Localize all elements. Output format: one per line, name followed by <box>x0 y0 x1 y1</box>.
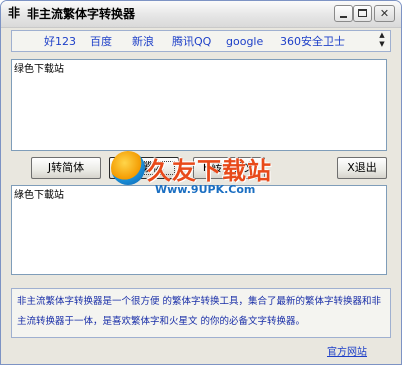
link-bar: 好123 百度 新浪 腾讯QQ google 360安全卫士 ▲ ▼ <box>11 30 391 52</box>
maximize-icon <box>358 9 367 17</box>
maximize-button[interactable] <box>353 5 372 22</box>
input-textarea[interactable]: 绿色下载站 <box>11 59 387 151</box>
link-sina[interactable]: 新浪 <box>132 34 154 49</box>
link-qq[interactable]: 腾讯QQ <box>172 34 211 49</box>
official-site-link[interactable]: 官方网站 <box>327 343 367 358</box>
exit-button[interactable]: X退出 <box>337 157 387 179</box>
link-360[interactable]: 360安全卫士 <box>280 34 345 49</box>
app-icon: 非 <box>8 6 21 20</box>
to-simplified-label: J转简体 <box>47 161 85 174</box>
link-hao123[interactable]: 好123 <box>44 34 76 49</box>
minimize-button[interactable] <box>334 5 353 22</box>
info-panel: 非主流繁体字转换器是一个很方便 的繁体字转换工具，集合了最新的繁体字转换器和非主… <box>11 288 391 338</box>
to-traditional-button[interactable]: F转繁体 <box>109 157 179 179</box>
to-martian-label: H转火星文 <box>202 161 256 174</box>
to-martian-button[interactable]: H转火星文 <box>193 157 265 179</box>
to-simplified-button[interactable]: J转简体 <box>31 157 101 179</box>
close-button[interactable]: ✕ <box>374 5 395 22</box>
link-baidu[interactable]: 百度 <box>90 34 112 49</box>
window-title: 非主流繁体字转换器 <box>27 7 136 21</box>
scroll-up-icon[interactable]: ▲ <box>377 31 387 40</box>
exit-label: X退出 <box>347 161 377 174</box>
link-google[interactable]: google <box>226 34 263 49</box>
title-bar[interactable]: 非 非主流繁体字转换器 ✕ <box>1 1 401 28</box>
scroll-down-icon[interactable]: ▼ <box>377 40 387 49</box>
focus-ring <box>113 161 175 175</box>
link-scroll[interactable]: ▲ ▼ <box>377 31 387 51</box>
output-textarea[interactable]: 綠色下載站 <box>11 185 387 275</box>
close-icon: ✕ <box>379 7 390 20</box>
minimize-icon <box>340 16 347 18</box>
app-window: 非 非主流繁体字转换器 ✕ 好123 百度 新浪 腾讯QQ google 360… <box>0 0 402 365</box>
